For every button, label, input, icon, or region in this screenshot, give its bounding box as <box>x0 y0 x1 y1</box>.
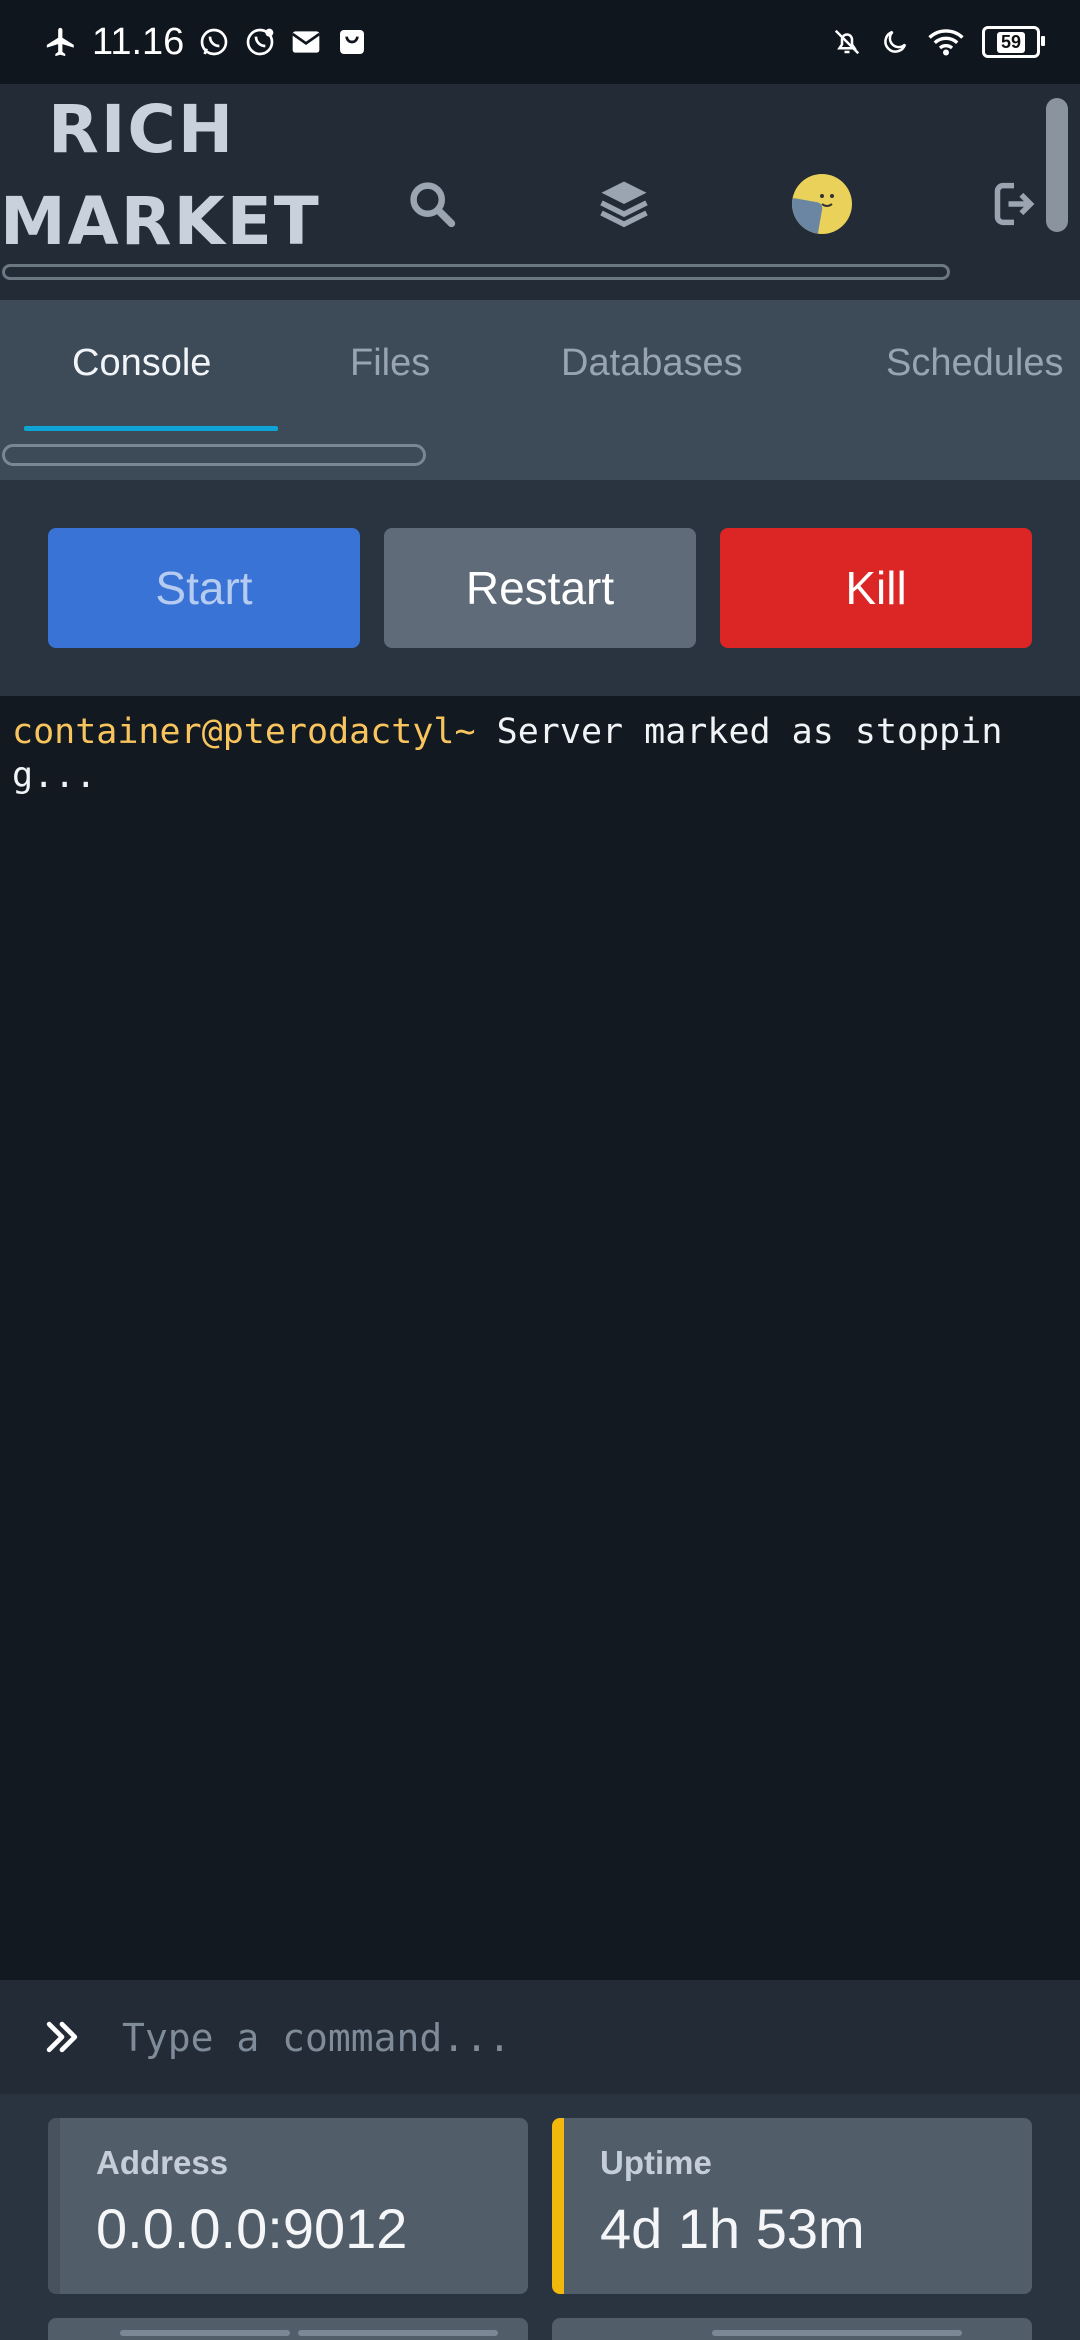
tabs-horizontal-scrollbar[interactable] <box>2 444 426 466</box>
command-bar <box>0 1980 1080 2094</box>
status-right: 59 <box>832 18 1045 66</box>
console-line: container@pterodactyl~ Server marked as … <box>12 710 1072 798</box>
vertical-scrollbar[interactable] <box>1046 98 1068 232</box>
search-button[interactable] <box>402 174 462 234</box>
whatsapp-business-icon <box>246 28 274 56</box>
tab-console[interactable]: Console <box>72 342 211 385</box>
command-input[interactable] <box>120 2002 1044 2074</box>
whatsapp-icon <box>200 28 228 56</box>
airplane-icon <box>46 27 74 57</box>
app-header: RICH MARKET <box>0 84 1080 300</box>
logout-button[interactable] <box>984 174 1044 234</box>
start-button[interactable]: Start <box>48 528 360 648</box>
account-button[interactable] <box>792 174 852 234</box>
moon-icon <box>884 30 907 53</box>
tab-files[interactable]: Files <box>350 342 430 385</box>
tab-schedules[interactable]: Schedules <box>886 342 1063 385</box>
address-card: Address 0.0.0.0:9012 <box>48 2118 528 2294</box>
search-icon <box>410 182 456 228</box>
uptime-value: 4d 1h 53m <box>600 2197 865 2260</box>
header-horizontal-scrollbar[interactable] <box>2 264 950 280</box>
kill-button[interactable]: Kill <box>720 528 1032 648</box>
battery-icon: 59 <box>982 26 1045 58</box>
bell-off-icon <box>834 29 860 55</box>
power-controls: Start Restart Kill <box>0 480 1080 696</box>
brand-logo[interactable]: RICH MARKET <box>0 84 321 268</box>
shopping-bag-icon <box>340 30 365 54</box>
wifi-icon <box>928 29 964 56</box>
server-tabs: Console Files Databases Schedules <box>0 300 1080 480</box>
battery-level: 59 <box>996 31 1026 53</box>
console-prompt: container@pterodactyl~ <box>12 712 476 752</box>
address-value: 0.0.0.0:9012 <box>96 2197 408 2260</box>
card-divider <box>120 2330 290 2336</box>
avatar <box>792 174 852 234</box>
stat-card <box>552 2318 1032 2340</box>
status-left: 11.16 <box>44 18 368 66</box>
mail-icon <box>292 31 321 53</box>
brand-line-1: RICH <box>48 91 236 168</box>
console-output[interactable]: container@pterodactyl~ Server marked as … <box>0 696 1080 1980</box>
status-time: 11.16 <box>92 20 185 63</box>
active-tab-indicator <box>24 426 278 431</box>
uptime-card: Uptime 4d 1h 53m <box>552 2118 1032 2294</box>
status-bar: 11.16 59 <box>0 0 1080 84</box>
servers-button[interactable] <box>594 174 654 234</box>
brand-line-2: MARKET <box>0 183 321 260</box>
card-divider <box>298 2330 498 2336</box>
address-label: Address <box>96 2144 229 2181</box>
card-divider <box>712 2330 962 2336</box>
stat-card <box>48 2318 528 2340</box>
restart-button[interactable]: Restart <box>384 528 696 648</box>
server-stats: Address 0.0.0.0:9012 Uptime 4d 1h 53m <box>0 2094 1080 2340</box>
uptime-label: Uptime <box>600 2144 712 2181</box>
tab-databases[interactable]: Databases <box>561 342 743 385</box>
logout-icon <box>994 182 1035 226</box>
chevrons-right-icon <box>46 2021 78 2053</box>
layers-icon <box>600 181 648 228</box>
